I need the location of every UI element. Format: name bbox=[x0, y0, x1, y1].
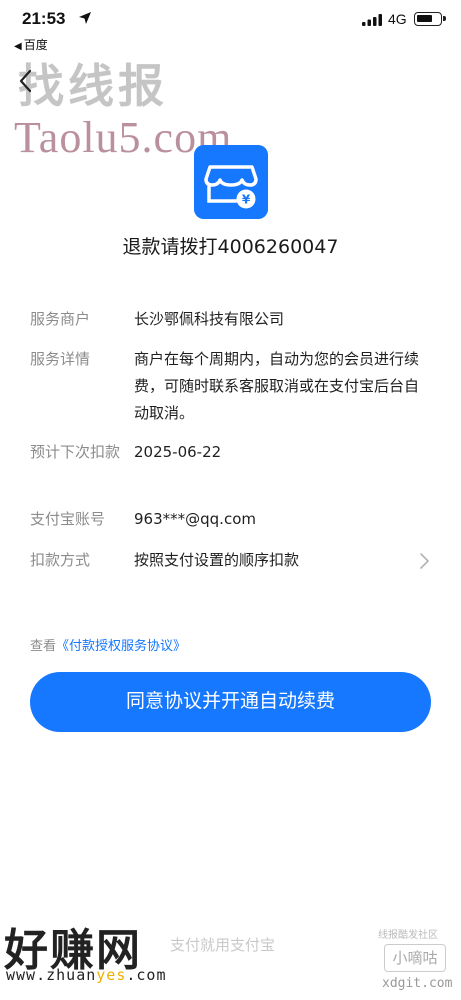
agreement-prefix: 查看 bbox=[30, 639, 57, 654]
detail-value: 963***@qq.com bbox=[134, 510, 256, 528]
status-time: 21:53 bbox=[22, 9, 66, 28]
agree-and-enable-button[interactable]: 同意协议并开通自动续费 bbox=[30, 672, 431, 732]
detail-label: 扣款方式 bbox=[30, 551, 91, 569]
agreement-line: 查看《付款授权服务协议》 bbox=[30, 635, 186, 654]
watermark-br-box: 小嘀咕 bbox=[384, 944, 446, 972]
battery-fill bbox=[417, 15, 432, 22]
detail-label: 支付宝账号 bbox=[30, 510, 106, 528]
merchant-logo-icon: ¥ bbox=[194, 145, 268, 219]
watermark-url-highlight: yes bbox=[96, 966, 127, 984]
detail-label: 服务详情 bbox=[30, 350, 91, 368]
status-bar: 21:53 4G bbox=[0, 0, 461, 36]
network-type: 4G bbox=[388, 11, 407, 27]
detail-value: 长沙鄂佩科技有限公司 bbox=[134, 310, 285, 328]
watermark-url-part: .com bbox=[126, 966, 167, 984]
location-arrow-icon bbox=[79, 12, 91, 24]
watermark-br-tag: 线报酷发社区 bbox=[378, 930, 438, 941]
svg-text:¥: ¥ bbox=[242, 193, 251, 207]
watermark-top-cn: 找线报 bbox=[18, 59, 168, 113]
detail-value: 2025-06-22 bbox=[134, 443, 222, 461]
refund-phone-tip: 退款请拨打4006260047 bbox=[122, 236, 339, 258]
battery-icon bbox=[414, 12, 446, 26]
watermark-url-part: www.zhuan bbox=[6, 966, 97, 984]
detail-label: 服务商户 bbox=[30, 310, 91, 328]
detail-label: 预计下次扣款 bbox=[30, 443, 121, 461]
footer-slogan: 支付就用支付宝 bbox=[170, 936, 276, 954]
chevron-left-icon[interactable] bbox=[16, 68, 36, 94]
agreement-link[interactable]: 《付款授权服务协议》 bbox=[56, 639, 186, 654]
detail-value: 按照支付设置的顺序扣款 bbox=[134, 551, 300, 569]
chevron-right-icon[interactable] bbox=[418, 552, 430, 570]
watermark-bottom-url: www.zhuanyes.com bbox=[6, 966, 167, 984]
detail-value: 商户在每个周期内，自动为您的会员进行续费，可随时联系客服取消或在支付宝后台自动取… bbox=[134, 350, 420, 422]
detail-row-payment-method[interactable]: 扣款方式 按照支付设置的顺序扣款 bbox=[30, 547, 430, 575]
watermark-br-site: xdgit.com bbox=[382, 976, 453, 991]
cellular-signal-icon bbox=[362, 14, 382, 26]
